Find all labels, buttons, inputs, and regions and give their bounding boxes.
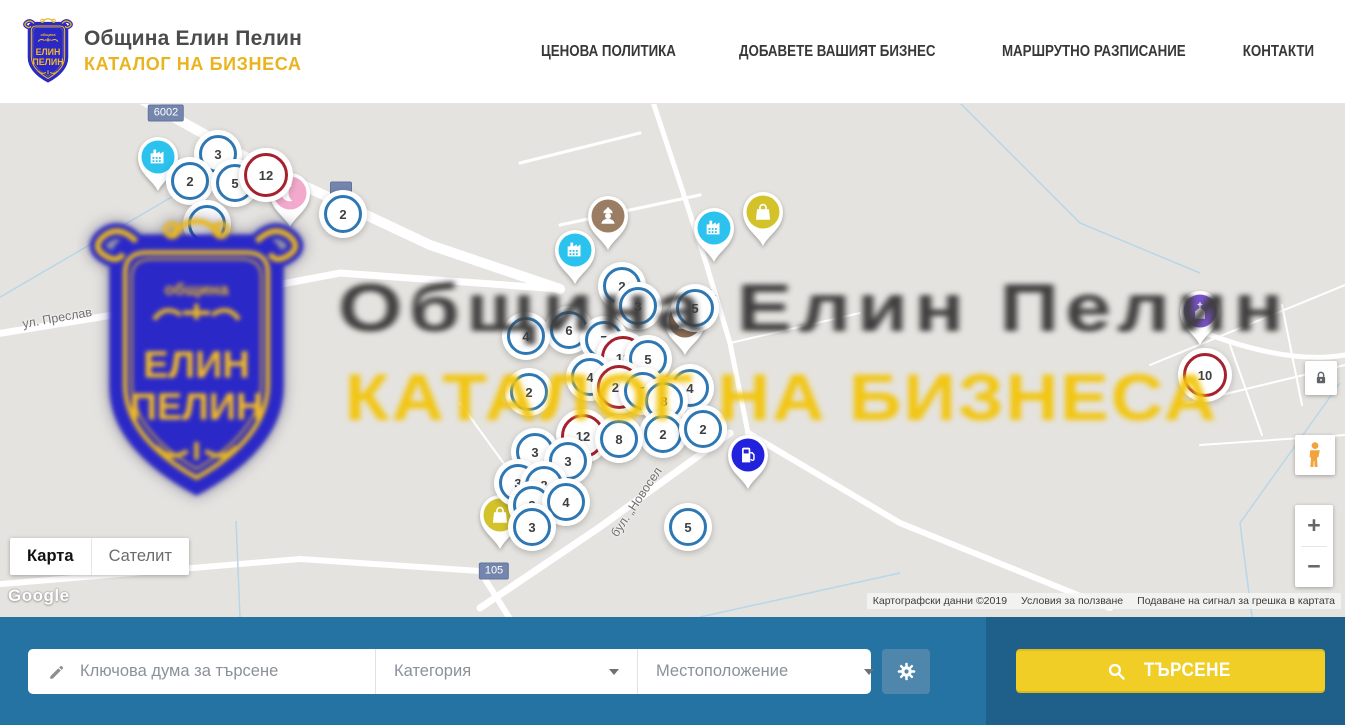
map-cluster-marker[interactable]: 2 xyxy=(510,373,548,411)
main-nav: ЦЕНОВА ПОЛИТИКА ДОБАВЕТЕ ВАШИЯТ БИЗНЕС М… xyxy=(530,0,1320,103)
road-number-label: 6002 xyxy=(148,105,184,122)
google-logo[interactable]: Google xyxy=(8,586,70,606)
chevron-down-icon xyxy=(609,669,619,675)
map-pin-marker[interactable] xyxy=(725,434,771,491)
factory-icon xyxy=(147,146,169,168)
map-cluster-marker[interactable]: 4 xyxy=(507,317,545,355)
street-view-pegman-button[interactable] xyxy=(1295,435,1335,475)
fuel-icon xyxy=(737,444,759,466)
map-cluster-marker[interactable]: 6 xyxy=(550,311,588,349)
pegman-icon xyxy=(1303,441,1327,469)
category-select-value: Категория xyxy=(394,662,471,681)
map-cluster-marker[interactable]: 3 xyxy=(619,287,657,325)
svg-text:ЕЛИН: ЕЛИН xyxy=(36,47,61,57)
svg-text:община: община xyxy=(41,32,57,37)
search-button[interactable]: ТЪРСЕНЕ xyxy=(1016,649,1325,693)
factory-icon xyxy=(564,239,586,261)
search-icon xyxy=(1106,661,1127,682)
chevron-down-icon xyxy=(864,669,874,675)
map-cluster-marker[interactable]: 3 xyxy=(513,508,551,546)
zoom-control: + − xyxy=(1295,505,1333,587)
search-action-panel: ТЪРСЕНЕ xyxy=(986,617,1345,725)
map-cluster-marker[interactable]: 12 xyxy=(244,153,288,197)
search-filters-panel: Категория Местоположение xyxy=(0,617,986,725)
location-select-value: Местоположение xyxy=(656,662,788,681)
map-pin-marker[interactable] xyxy=(1177,290,1223,347)
attribution-copyright: Картографски данни ©2019 xyxy=(873,595,1007,607)
nav-route-schedule[interactable]: МАРШРУТНО РАЗПИСАНИЕ xyxy=(1002,43,1186,61)
map-pin-marker[interactable] xyxy=(691,207,737,264)
advanced-settings-button[interactable] xyxy=(882,649,930,694)
map-cluster-marker[interactable]: 2 xyxy=(171,162,209,200)
category-select[interactable]: Категория xyxy=(375,649,637,694)
page-header: община ЕЛИНПЕЛИН Община Елин Пелин КАТАЛО… xyxy=(0,0,1345,104)
location-select[interactable]: Местоположение xyxy=(637,649,892,694)
church-icon xyxy=(1189,300,1211,322)
map-cluster-marker[interactable]: 5 xyxy=(669,508,707,546)
map-type-map-button[interactable]: Карта xyxy=(10,538,91,575)
google-map[interactable]: 3251222356471354217428221283338343510600… xyxy=(0,103,1345,617)
lock-icon xyxy=(1312,368,1330,388)
map-pin-marker[interactable] xyxy=(740,191,786,248)
factory-icon xyxy=(703,217,725,239)
map-type-control: Карта Сателит xyxy=(10,538,189,575)
map-cluster-marker[interactable] xyxy=(188,205,226,243)
site-subtitle: КАТАЛОГ НА БИЗНЕСА xyxy=(84,54,302,75)
pencil-icon xyxy=(48,663,66,681)
map-cluster-marker[interactable]: 8 xyxy=(600,420,638,458)
search-fields-group: Категория Местоположение xyxy=(28,649,871,694)
map-type-satellite-button[interactable]: Сателит xyxy=(91,538,189,575)
municipality-crest-logo: община ЕЛИНПЕЛИН xyxy=(22,18,74,86)
map-pin-marker[interactable] xyxy=(552,229,598,286)
lock-control-button[interactable] xyxy=(1305,361,1337,395)
keyword-field xyxy=(28,649,375,694)
search-bar: Категория Местоположение xyxy=(0,617,1345,725)
nav-contacts[interactable]: КОНТАКТИ xyxy=(1243,43,1314,61)
shopping-bag-icon xyxy=(752,201,774,223)
keyword-input[interactable] xyxy=(78,661,375,682)
zoom-in-button[interactable]: + xyxy=(1295,506,1333,546)
shopping-bag-icon xyxy=(489,504,511,526)
map-cluster-marker[interactable]: 4 xyxy=(547,483,585,521)
map-cluster-marker[interactable]: 2 xyxy=(684,410,722,448)
map-cluster-marker[interactable]: 5 xyxy=(676,289,714,327)
map-attribution: Картографски данни ©2019 Условия за полз… xyxy=(867,593,1341,609)
search-button-label: ТЪРСЕНЕ xyxy=(1144,660,1231,682)
road-number-label: 105 xyxy=(479,563,509,580)
zoom-out-button[interactable]: − xyxy=(1295,547,1333,587)
worker-icon xyxy=(597,205,619,227)
attribution-terms-link[interactable]: Условия за ползване xyxy=(1021,595,1123,607)
svg-text:ПЕЛИН: ПЕЛИН xyxy=(32,57,63,67)
map-cluster-marker[interactable]: 2 xyxy=(324,195,362,233)
nav-add-your-business[interactable]: ДОБАВЕТЕ ВАШИЯТ БИЗНЕС xyxy=(739,43,935,61)
site-title: Община Елин Пелин xyxy=(84,27,302,51)
attribution-report-error-link[interactable]: Подаване на сигнал за грешка в картата xyxy=(1137,595,1335,607)
map-cluster-marker[interactable]: 2 xyxy=(644,415,682,453)
brand: Община Елин Пелин КАТАЛОГ НА БИЗНЕСА xyxy=(84,27,302,75)
map-cluster-marker[interactable]: 10 xyxy=(1183,353,1227,397)
gear-icon xyxy=(896,661,917,682)
nav-pricing-policy[interactable]: ЦЕНОВА ПОЛИТИКА xyxy=(541,43,676,61)
